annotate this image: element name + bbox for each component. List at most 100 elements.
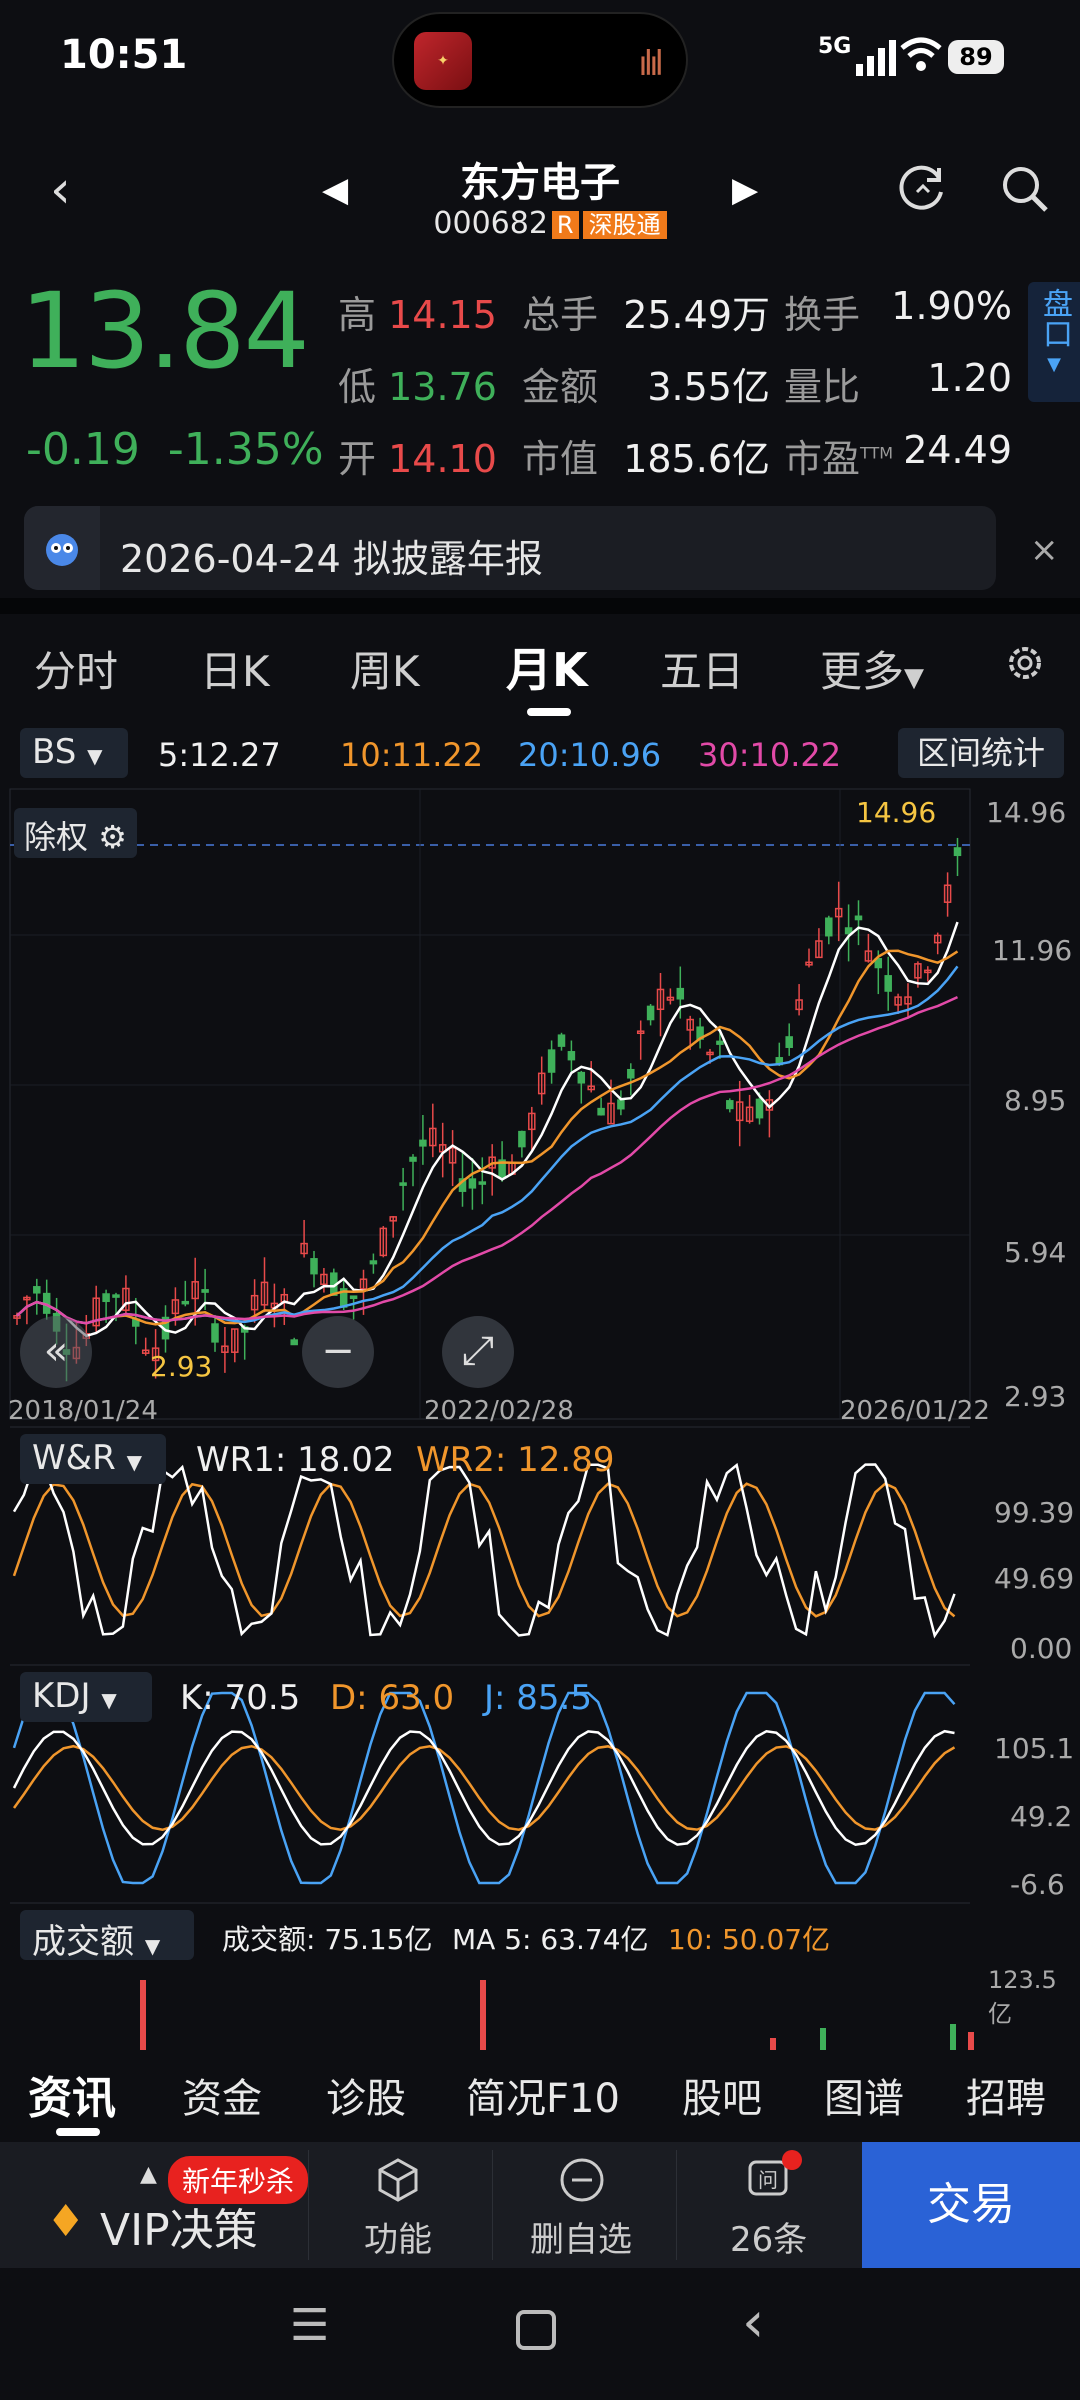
exright-toggle[interactable]: 除权 ⚙ — [14, 808, 137, 858]
ma5-line — [16, 921, 959, 1338]
vol-amount: 成交额: 75.15亿 — [222, 1923, 433, 1956]
bs-selector[interactable]: BS ▼ — [20, 728, 128, 778]
divider — [492, 2150, 493, 2260]
ma30-line — [16, 995, 959, 1325]
ftab-diagnose[interactable]: 诊股 — [326, 2066, 406, 2124]
quote-high: 高 14.15 — [338, 293, 497, 337]
dynamic-island[interactable]: ✦ ılıl — [392, 12, 688, 108]
tab-five-day[interactable]: 五日 — [660, 638, 744, 699]
notice-banner[interactable]: 2026-04-24 拟披露年报 — [24, 506, 996, 590]
kdj-selector[interactable]: KDJ ▼ — [20, 1672, 152, 1722]
caret-down-icon: ▼ — [144, 1934, 161, 1958]
y-tick: 5.94 — [1004, 1236, 1067, 1269]
volume-bar — [820, 2028, 826, 2050]
wr-tick: 99.39 — [994, 1496, 1075, 1529]
search-icon[interactable] — [998, 162, 1052, 216]
candle-body — [349, 1295, 358, 1300]
home-icon[interactable] — [516, 2310, 556, 2350]
ma20-line — [16, 965, 959, 1325]
ftab-jobs[interactable]: 招聘 — [966, 2066, 1046, 2124]
amount-label: 金额 — [522, 365, 599, 409]
volume-bar — [950, 2024, 956, 2050]
tab-weekly-k[interactable]: 周K — [350, 638, 420, 699]
close-icon[interactable]: × — [1030, 530, 1059, 570]
pankou-label: 盘口 — [1037, 288, 1072, 348]
candle-body — [211, 1323, 219, 1343]
ftab-funds[interactable]: 资金 — [182, 2066, 262, 2124]
ftab-graph[interactable]: 图谱 — [824, 2066, 904, 2124]
ask-button[interactable]: 26条 — [730, 2212, 807, 2261]
change-value: -0.19 — [26, 424, 140, 475]
ma5-label: 5:12.27 — [158, 736, 281, 774]
tab-intraday[interactable]: 分时 — [34, 638, 118, 699]
min-price-label: 2.93 — [150, 1350, 213, 1383]
vratio-value: 1.20 — [927, 356, 1012, 400]
candle-body — [617, 1099, 625, 1110]
mcap-label: 市值 — [522, 437, 599, 481]
kdj-j: J: 85.5 — [484, 1678, 592, 1718]
promo-badge: 新年秒杀 — [168, 2156, 309, 2204]
prev-stock-icon[interactable]: ◀ — [322, 170, 348, 210]
candle-body — [557, 1034, 566, 1047]
ftab-forum[interactable]: 股吧 — [682, 2066, 762, 2124]
vol-ma5: MA 5: 63.74亿 — [452, 1923, 649, 1956]
back-icon[interactable]: ‹ — [50, 160, 71, 220]
tab-daily-k[interactable]: 日K — [200, 638, 270, 699]
candle-body — [597, 1107, 605, 1116]
quote-open: 开 14.10 — [338, 437, 497, 481]
x-tick: 2018/01/24 — [8, 1396, 158, 1426]
change-pct: -1.35% — [167, 424, 324, 475]
cube-icon — [378, 2158, 418, 2202]
kdj-d: D: 63.0 — [330, 1678, 455, 1718]
network-label: 5G — [818, 34, 852, 59]
wr2-value: WR2: 12.89 — [416, 1440, 615, 1480]
tab-monthly-k[interactable]: 月K — [506, 634, 588, 700]
refresh-icon[interactable] — [895, 162, 949, 216]
func-button[interactable]: 功能 — [364, 2212, 432, 2261]
next-stock-icon[interactable]: ▶ — [732, 170, 758, 210]
pankou-button[interactable]: 盘口 ▼ — [1028, 282, 1080, 402]
candle-body — [478, 1181, 487, 1185]
kdj-k: K: 70.5 — [180, 1678, 301, 1718]
ma30-label: 30:10.22 — [698, 736, 842, 774]
ftab-f10[interactable]: 简况F10 — [466, 2066, 620, 2124]
candle-body — [577, 1071, 586, 1084]
ma10-label: 10:11.22 — [340, 736, 484, 774]
candle-body — [468, 1178, 477, 1189]
remove-watch-button[interactable]: 删自选 — [530, 2212, 632, 2261]
volume-bar — [140, 1980, 146, 2050]
caret-down-icon: ▼ — [101, 1688, 117, 1712]
trade-button[interactable]: 交易 — [862, 2142, 1080, 2268]
ma20-label: 20:10.96 — [518, 736, 662, 774]
y-tick: 14.96 — [986, 796, 1067, 829]
scroll-left-icon[interactable]: « — [20, 1316, 92, 1388]
expand-icon[interactable]: ⤢ — [442, 1316, 514, 1388]
candle-body — [181, 1300, 190, 1305]
amount-value: 3.55亿 — [647, 365, 770, 409]
kdj-tick: 49.2 — [1010, 1800, 1073, 1833]
candle-body — [825, 917, 833, 937]
candle-body — [854, 915, 863, 921]
candle-body — [627, 1068, 635, 1079]
candle-body — [726, 1100, 734, 1110]
ftab-news[interactable]: 资讯 — [28, 2062, 116, 2126]
tab-more[interactable]: 更多▼ — [820, 638, 924, 699]
system-back-icon[interactable]: ‹ — [742, 2290, 764, 2355]
stock-code-line: 000682 R 深股通 — [400, 205, 700, 241]
wr-selector[interactable]: W&R ▼ — [20, 1434, 166, 1484]
tab-more-label: 更多 — [820, 647, 905, 696]
y-tick: 8.95 — [1004, 1084, 1067, 1117]
vip-diamond-icon: ♦ — [46, 2196, 86, 2247]
vratio-label: 量比 — [784, 365, 861, 409]
menu-icon[interactable]: ☰ — [290, 2300, 329, 2351]
pe-label: 市盈TTM — [784, 437, 894, 481]
volume-name: 成交额 — [32, 1922, 134, 1962]
wifi-icon — [900, 37, 942, 71]
zoom-out-icon[interactable]: − — [302, 1316, 374, 1388]
y-tick: 2.93 — [1004, 1380, 1067, 1413]
volume-selector[interactable]: 成交额 ▼ — [20, 1910, 194, 1962]
gear-icon[interactable] — [1002, 640, 1048, 686]
svg-text:问: 问 — [758, 2168, 778, 2192]
volume-bar — [770, 2038, 776, 2050]
range-stats-button[interactable]: 区间统计 — [898, 728, 1064, 778]
